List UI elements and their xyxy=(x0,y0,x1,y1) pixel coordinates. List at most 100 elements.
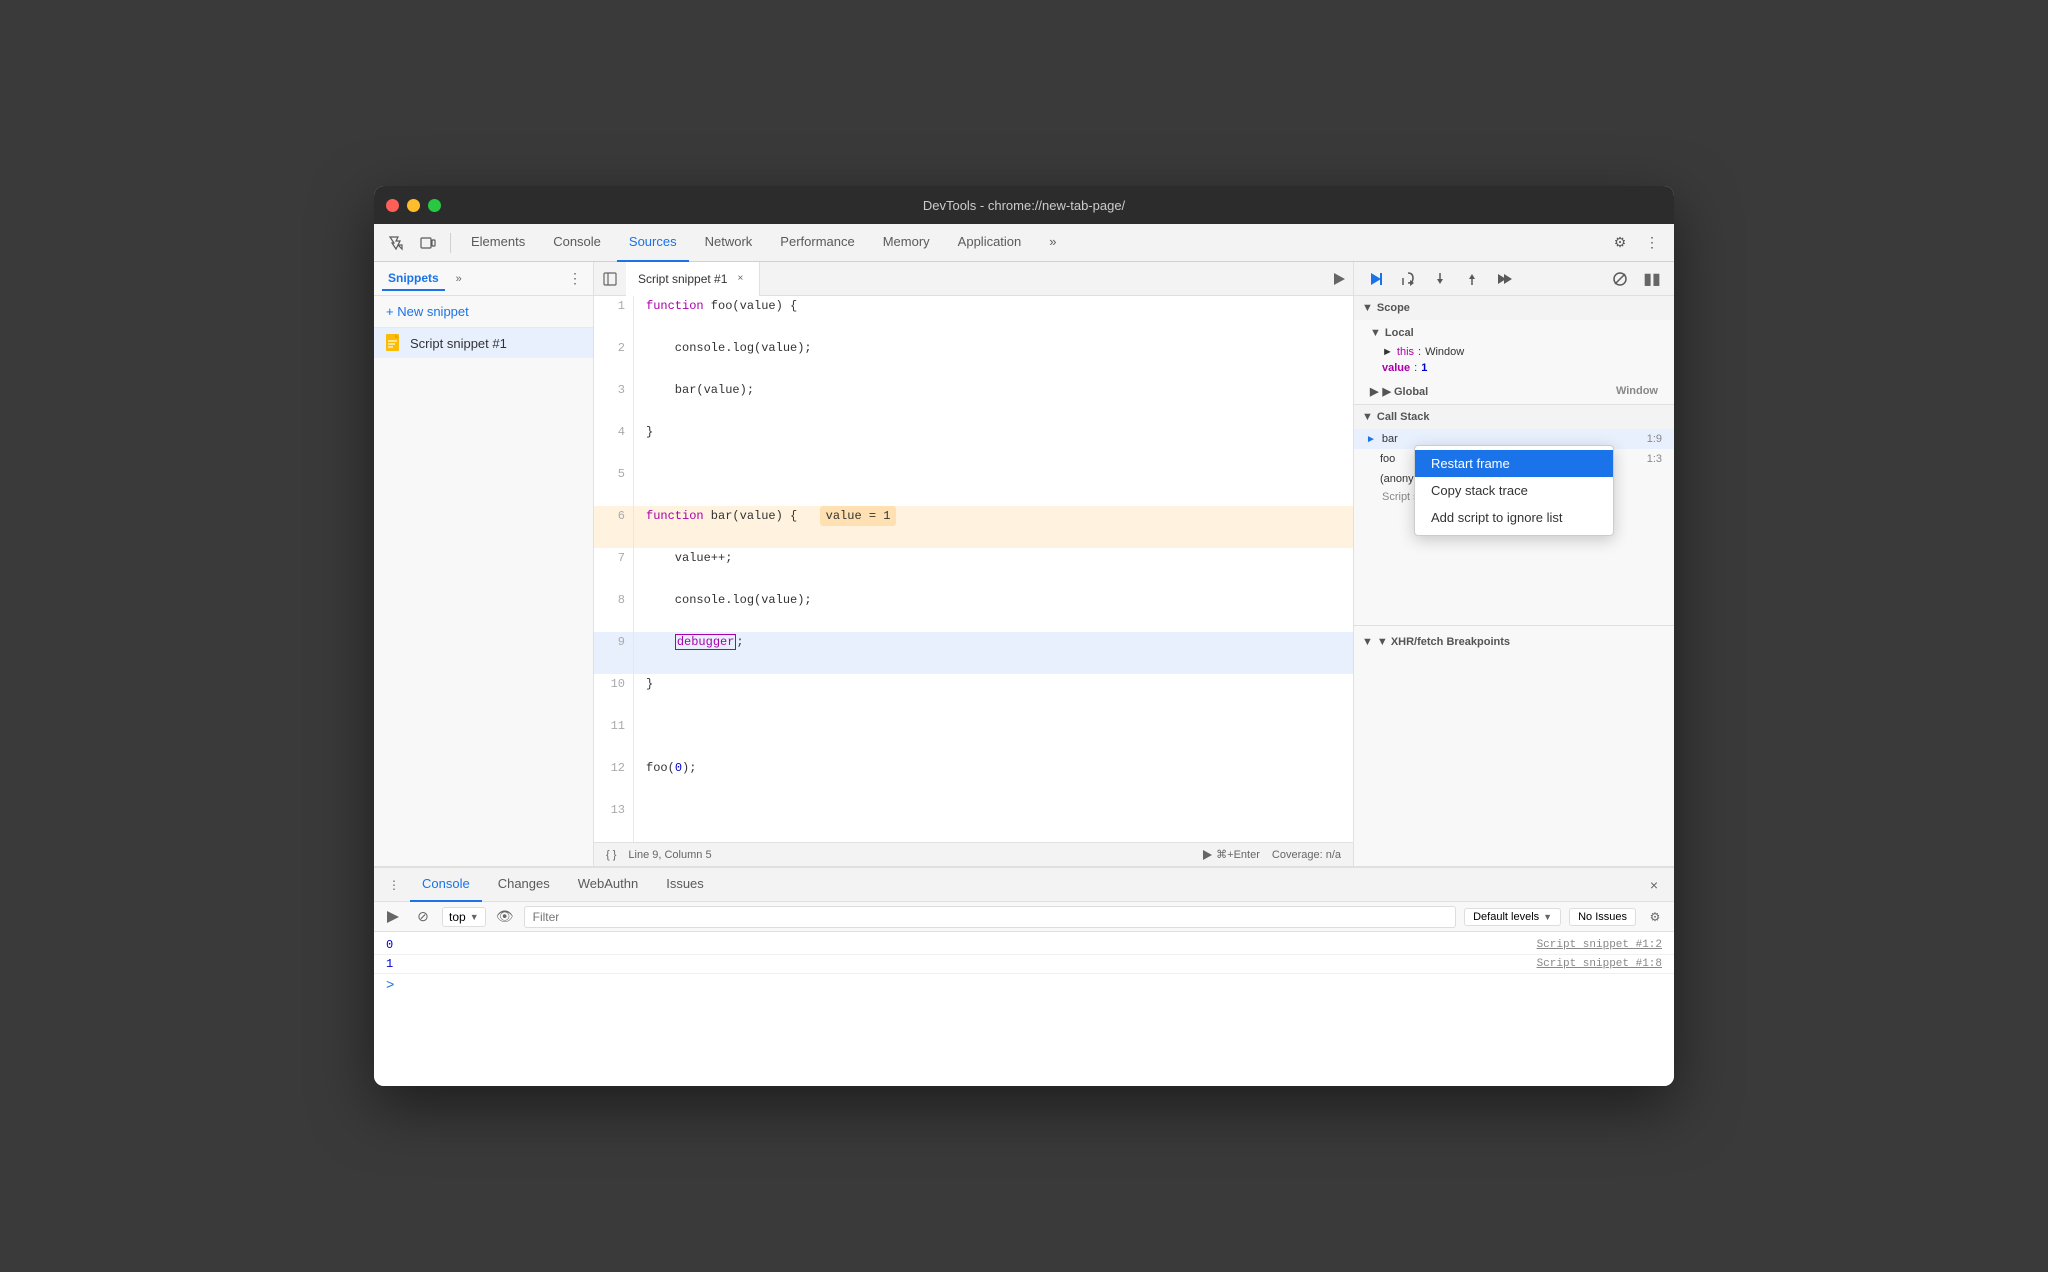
console-panel: ⋮ Console Changes WebAuthn Issues × ⊘ to… xyxy=(374,866,1674,1086)
scope-collapse-icon: ▼ xyxy=(1362,302,1373,314)
code-line-11: 11 xyxy=(594,716,1353,758)
code-tab-close-button[interactable]: × xyxy=(733,272,747,286)
maximize-button[interactable] xyxy=(428,199,441,212)
console-settings-button[interactable]: ⚙ xyxy=(1644,906,1666,928)
sidebar: Snippets » ⋮ + New snippet Script snippe… xyxy=(374,262,594,866)
scope-value-item: value : 1 xyxy=(1354,360,1674,376)
console-output-line-1: 0 Script snippet #1:2 xyxy=(374,936,1674,955)
code-line-3: 3 bar(value); xyxy=(594,380,1353,422)
resume-button[interactable] xyxy=(1362,265,1390,293)
tab-more[interactable]: » xyxy=(1037,224,1068,262)
call-stack-foo-name: foo xyxy=(1380,453,1395,465)
settings-button[interactable]: ⚙ xyxy=(1606,229,1634,257)
inspect-element-button[interactable] xyxy=(382,229,410,257)
console-tab-webauthn[interactable]: WebAuthn xyxy=(566,868,650,902)
call-stack-header[interactable]: ▼Call Stack xyxy=(1354,405,1674,429)
run-snippet-status[interactable]: ⌘+Enter xyxy=(1202,848,1260,861)
tab-network[interactable]: Network xyxy=(693,224,765,262)
global-header[interactable]: ▶▶ Global Window xyxy=(1354,380,1674,402)
console-toolbar: ⊘ top ▼ 👁 Default levels ▼ No Issues ⚙ xyxy=(374,902,1674,932)
right-panel: ▮▮ ▼ Scope ▼Local ► this : Window xyxy=(1354,262,1674,866)
sidebar-more-btn[interactable]: » xyxy=(449,269,469,289)
sidebar-toggle-button[interactable] xyxy=(594,263,626,295)
device-toolbar-button[interactable] xyxy=(414,229,442,257)
code-editor[interactable]: 1 function foo(value) { 2 console.log(va… xyxy=(594,296,1353,842)
toolbar-divider-1 xyxy=(450,233,451,253)
code-line-5: 5 xyxy=(594,464,1353,506)
title-bar: DevTools - chrome://new-tab-page/ xyxy=(374,186,1674,224)
tab-memory[interactable]: Memory xyxy=(871,224,942,262)
code-line-12: 12 foo(0); xyxy=(594,758,1353,800)
devtools-window: DevTools - chrome://new-tab-page/ Elemen… xyxy=(374,186,1674,1086)
sidebar-menu-btn[interactable]: ⋮ xyxy=(565,269,585,289)
new-snippet-button[interactable]: + New snippet xyxy=(374,296,593,328)
console-tab-bar: ⋮ Console Changes WebAuthn Issues × xyxy=(374,868,1674,902)
console-levels-button[interactable]: Default levels ▼ xyxy=(1464,908,1561,926)
no-issues-button[interactable]: No Issues xyxy=(1569,908,1636,926)
code-line-6: 6 function bar(value) { value = 1 xyxy=(594,506,1353,548)
xhr-header[interactable]: ▼▼ XHR/fetch Breakpoints xyxy=(1362,630,1666,654)
console-close-button[interactable]: × xyxy=(1642,873,1666,897)
tab-elements[interactable]: Elements xyxy=(459,224,537,262)
close-button[interactable] xyxy=(386,199,399,212)
context-menu-add-to-ignore[interactable]: Add script to ignore list xyxy=(1415,504,1613,531)
debug-toolbar: ▮▮ xyxy=(1354,262,1674,296)
console-filter-input[interactable] xyxy=(524,906,1457,928)
devtools-main: Snippets » ⋮ + New snippet Script snippe… xyxy=(374,262,1674,866)
local-header[interactable]: ▼Local xyxy=(1354,322,1674,344)
console-eye-button[interactable]: 👁 xyxy=(494,906,516,928)
window-title: DevTools - chrome://new-tab-page/ xyxy=(923,198,1125,213)
console-source-1[interactable]: Script snippet #1:2 xyxy=(1537,939,1662,951)
context-menu-copy-stack-trace[interactable]: Copy stack trace xyxy=(1415,477,1613,504)
snippet-item-1[interactable]: Script snippet #1 xyxy=(374,328,593,358)
console-value-1: 1 xyxy=(386,957,393,971)
cursor-position: Line 9, Column 5 xyxy=(628,849,711,861)
code-line-10: 10 } xyxy=(594,674,1353,716)
context-menu-restart-frame[interactable]: Restart frame xyxy=(1415,450,1613,477)
tab-console[interactable]: Console xyxy=(541,224,613,262)
code-tab-snippet1[interactable]: Script snippet #1 × xyxy=(626,262,760,296)
scope-header[interactable]: ▼ Scope xyxy=(1354,296,1674,320)
xhr-section: ▼▼ XHR/fetch Breakpoints xyxy=(1354,625,1674,658)
chevron-down-icon-2: ▼ xyxy=(1543,912,1552,922)
console-tab-issues[interactable]: Issues xyxy=(654,868,716,902)
code-tab-bar: Script snippet #1 × xyxy=(594,262,1353,296)
console-more-btn[interactable]: ⋮ xyxy=(382,873,406,897)
context-selector[interactable]: top ▼ xyxy=(442,907,486,927)
coverage-status: Coverage: n/a xyxy=(1272,849,1341,861)
step-button[interactable] xyxy=(1490,265,1518,293)
customize-button[interactable]: ⋮ xyxy=(1638,229,1666,257)
local-scope: ▼Local ► this : Window value : 1 xyxy=(1354,320,1674,378)
step-into-button[interactable] xyxy=(1426,265,1454,293)
console-prompt[interactable]: > xyxy=(374,974,1674,998)
console-run-button[interactable] xyxy=(382,906,404,928)
console-tab-console[interactable]: Console xyxy=(410,868,482,902)
traffic-lights xyxy=(386,199,441,212)
deactivate-breakpoints-button[interactable] xyxy=(1606,265,1634,293)
run-snippet-button[interactable] xyxy=(1325,265,1353,293)
tab-application[interactable]: Application xyxy=(946,224,1034,262)
console-value-0: 0 xyxy=(386,938,393,952)
code-line-8: 8 console.log(value); xyxy=(594,590,1353,632)
code-line-4: 4 } xyxy=(594,422,1353,464)
tab-sources[interactable]: Sources xyxy=(617,224,689,262)
format-button[interactable]: { } xyxy=(606,849,616,861)
tab-performance[interactable]: Performance xyxy=(768,224,866,262)
console-tab-changes[interactable]: Changes xyxy=(486,868,562,902)
code-area: Script snippet #1 × 1 function foo(value… xyxy=(594,262,1354,866)
console-block-button[interactable]: ⊘ xyxy=(412,906,434,928)
console-source-2[interactable]: Script snippet #1:8 xyxy=(1537,958,1662,970)
code-line-7: 7 value++; xyxy=(594,548,1353,590)
pause-exceptions-button[interactable]: ▮▮ xyxy=(1638,265,1666,293)
devtools-toolbar: Elements Console Sources Network Perform… xyxy=(374,224,1674,262)
minimize-button[interactable] xyxy=(407,199,420,212)
status-bar: { } Line 9, Column 5 ⌘+Enter Coverage: n… xyxy=(594,842,1353,866)
scope-section: ▼ Scope ▼Local ► this : Window value xyxy=(1354,296,1674,405)
code-line-2: 2 console.log(value); xyxy=(594,338,1353,380)
scope-this-item: ► this : Window xyxy=(1354,344,1674,360)
step-out-button[interactable] xyxy=(1458,265,1486,293)
context-menu: Restart frame Copy stack trace Add scrip… xyxy=(1414,445,1614,536)
global-scope: ▶▶ Global Window xyxy=(1354,378,1674,404)
snippets-tab[interactable]: Snippets xyxy=(382,267,445,291)
step-over-button[interactable] xyxy=(1394,265,1422,293)
